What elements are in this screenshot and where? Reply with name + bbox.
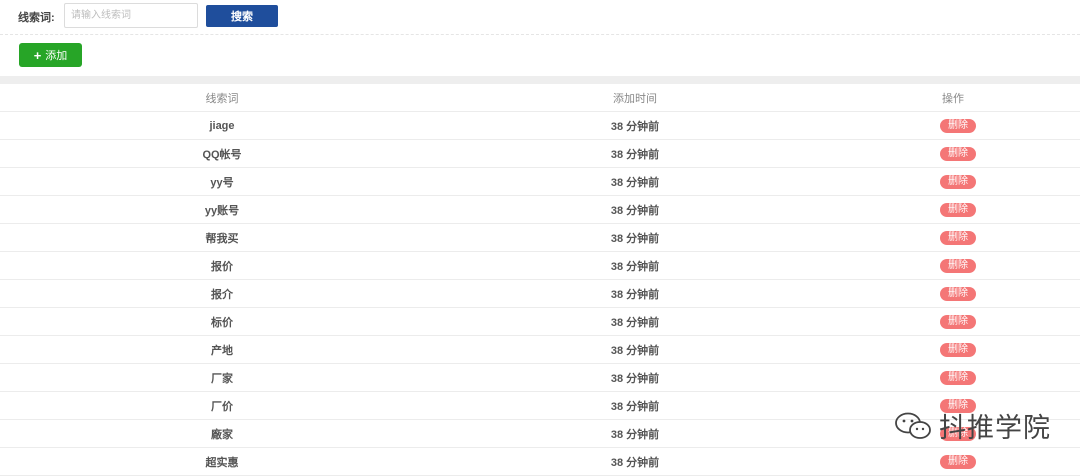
table-row: 帮我买 38 分钟前 删除 <box>0 224 1080 252</box>
table-row: 超实惠 38 分钟前 删除 <box>0 448 1080 476</box>
section-divider <box>0 76 1080 84</box>
add-button-label: 添加 <box>45 50 68 62</box>
table-row: 厂价 38 分钟前 删除 <box>0 392 1080 420</box>
row-keyword: 厂价 <box>211 400 233 413</box>
delete-button[interactable]: 删除 <box>940 202 976 217</box>
row-added-time: 38 分钟前 <box>610 260 660 273</box>
row-actions: 删除 <box>826 230 1080 245</box>
row-actions: 删除 <box>826 286 1080 301</box>
row-keyword: 产地 <box>211 344 233 357</box>
row-added-time: 38 分钟前 <box>610 120 660 133</box>
plus-icon: + <box>33 47 42 63</box>
row-keyword: yy号 <box>210 176 234 189</box>
header-keyword: 线索词 <box>205 92 239 105</box>
row-added-time: 38 分钟前 <box>610 204 660 217</box>
row-keyword: 标价 <box>211 316 233 329</box>
search-toolbar: 线索词: 搜索 <box>0 0 1080 35</box>
row-added-time: 38 分钟前 <box>610 456 660 469</box>
delete-button[interactable]: 删除 <box>940 258 976 273</box>
row-actions: 删除 <box>826 258 1080 273</box>
search-input[interactable] <box>64 3 198 28</box>
row-actions: 删除 <box>826 370 1080 385</box>
delete-button[interactable]: 删除 <box>940 230 976 245</box>
table-row: 厂家 38 分钟前 删除 <box>0 364 1080 392</box>
delete-button[interactable]: 删除 <box>940 174 976 189</box>
delete-button[interactable]: 删除 <box>940 146 976 161</box>
delete-button[interactable]: 删除 <box>940 314 976 329</box>
delete-button[interactable]: 删除 <box>940 426 976 441</box>
row-keyword: 超实惠 <box>205 456 239 469</box>
table-row: 标价 38 分钟前 删除 <box>0 308 1080 336</box>
row-added-time: 38 分钟前 <box>610 288 660 301</box>
add-button[interactable]: + 添加 <box>19 43 82 67</box>
row-actions: 删除 <box>826 174 1080 189</box>
row-actions: 删除 <box>826 426 1080 441</box>
delete-button[interactable]: 删除 <box>940 370 976 385</box>
row-actions: 删除 <box>826 314 1080 329</box>
row-keyword: yy账号 <box>204 204 240 217</box>
delete-button[interactable]: 删除 <box>940 286 976 301</box>
table-row: 产地 38 分钟前 删除 <box>0 336 1080 364</box>
row-added-time: 38 分钟前 <box>610 372 660 385</box>
row-added-time: 38 分钟前 <box>610 148 660 161</box>
row-keyword: 厂家 <box>211 372 233 385</box>
row-added-time: 38 分钟前 <box>610 176 660 189</box>
table-row: 报价 38 分钟前 删除 <box>0 252 1080 280</box>
search-label: 线索词: <box>18 12 55 24</box>
row-actions: 删除 <box>826 118 1080 133</box>
row-keyword: jiage <box>209 119 235 132</box>
row-actions: 删除 <box>826 342 1080 357</box>
keyword-table: 线索词 添加时间 操作 jiage 38 分钟前 删除 QQ帐号 38 分钟前 删除 yy号… <box>0 84 1080 476</box>
table-row: 廠家 38 分钟前 删除 <box>0 420 1080 448</box>
table-row: yy号 38 分钟前 删除 <box>0 168 1080 196</box>
row-keyword: 报介 <box>211 288 233 301</box>
row-added-time: 38 分钟前 <box>610 232 660 245</box>
row-keyword: 报价 <box>211 260 233 273</box>
row-keyword: 廠家 <box>211 428 233 441</box>
delete-button[interactable]: 删除 <box>940 454 976 469</box>
table-body: jiage 38 分钟前 删除 QQ帐号 38 分钟前 删除 yy号 38 分钟前 删除 yy账号… <box>0 112 1080 476</box>
header-actions: 操作 <box>942 92 964 105</box>
row-actions: 删除 <box>826 454 1080 469</box>
row-added-time: 38 分钟前 <box>610 344 660 357</box>
table-row: yy账号 38 分钟前 删除 <box>0 196 1080 224</box>
delete-button[interactable]: 删除 <box>940 342 976 357</box>
row-actions: 删除 <box>826 202 1080 217</box>
search-button[interactable]: 搜索 <box>206 5 278 27</box>
row-actions: 删除 <box>826 398 1080 413</box>
row-added-time: 38 分钟前 <box>610 428 660 441</box>
table-row: 报介 38 分钟前 删除 <box>0 280 1080 308</box>
row-actions: 删除 <box>826 146 1080 161</box>
delete-button[interactable]: 删除 <box>940 398 976 413</box>
header-added-time: 添加时间 <box>613 92 657 105</box>
row-added-time: 38 分钟前 <box>610 316 660 329</box>
table-row: QQ帐号 38 分钟前 删除 <box>0 140 1080 168</box>
delete-button[interactable]: 删除 <box>940 118 976 133</box>
table-row: jiage 38 分钟前 删除 <box>0 112 1080 140</box>
row-added-time: 38 分钟前 <box>610 400 660 413</box>
row-keyword: QQ帐号 <box>202 148 242 161</box>
table-header: 线索词 添加时间 操作 <box>0 84 1080 112</box>
row-keyword: 帮我买 <box>205 232 239 245</box>
